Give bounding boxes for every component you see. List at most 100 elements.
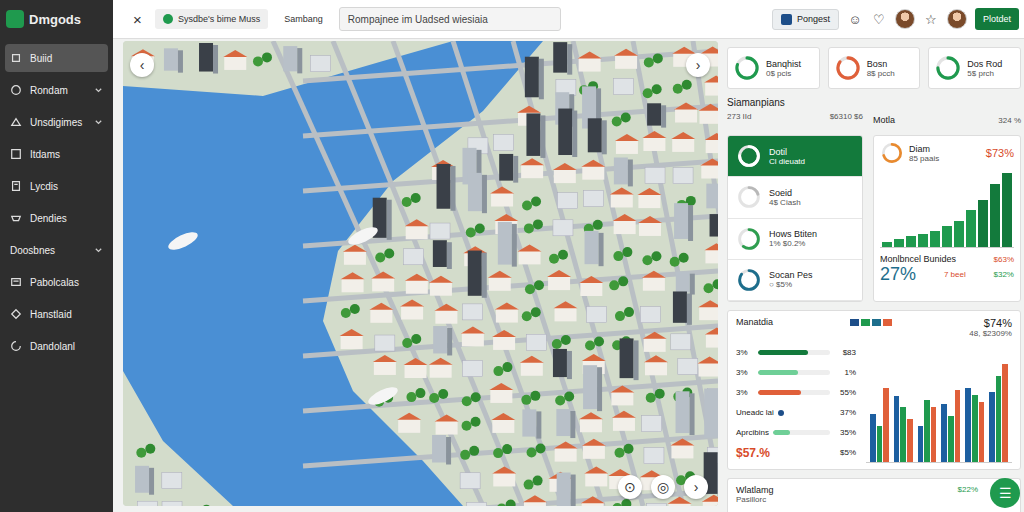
chart-bar — [972, 395, 978, 462]
sidebar-item[interactable]: Lycdis — [5, 172, 108, 200]
breakdown-dot — [778, 410, 784, 416]
chart-bar — [955, 390, 961, 462]
tab[interactable]: Sysdbe's bime Muss — [155, 9, 268, 29]
report-icon — [781, 14, 792, 25]
chart-bar — [1002, 173, 1012, 247]
city-map-image — [123, 41, 718, 506]
menu-fab[interactable]: ☰ — [990, 478, 1020, 508]
chart-bar — [918, 426, 924, 462]
stat-card[interactable]: Dos Rod5$ prch — [928, 47, 1021, 89]
breakdown-bar-chart — [866, 342, 1012, 463]
sidebar-item[interactable]: Unsdigimes — [5, 108, 108, 136]
ring-fill — [740, 188, 759, 207]
ring-chart — [736, 143, 762, 169]
avatar-icon[interactable] — [895, 9, 915, 29]
chart-bar — [894, 239, 904, 247]
menu-icon — [10, 340, 22, 352]
chart-bar — [989, 392, 995, 462]
monthly-title: Monlbncel Bunides — [880, 254, 956, 264]
list-item[interactable]: Hows Btiten1% $0.2% — [728, 219, 862, 260]
map-next-button[interactable]: › — [686, 53, 710, 77]
chart-bar — [930, 231, 940, 247]
map-control-button[interactable]: ⊙ — [618, 475, 642, 499]
list-text: DotilCl dieuatd — [769, 147, 805, 166]
search-field[interactable] — [339, 7, 561, 31]
item-list: DotilCl dieuatd Soeid4$ CiashHows Btiten1… — [727, 135, 863, 302]
sidebar-item[interactable]: Doosbnes — [5, 236, 108, 264]
face-icon[interactable]: ☺ — [847, 12, 863, 27]
sidebar-item[interactable]: Pabolcalas — [5, 268, 108, 296]
tab[interactable]: Sambang — [276, 9, 331, 29]
breakdown-card: Manatdia$74%48, $2309%3%$833%1%3%55%Unea… — [727, 310, 1021, 470]
sidebar-label: Buiid — [30, 53, 103, 64]
monthly-big-value: 27% — [880, 264, 916, 285]
primary-button[interactable]: Plotdet — [975, 8, 1019, 30]
summary: Siamanpians273 IId$6310 $6Motla324 % — [727, 97, 1021, 127]
map-prev-button[interactable]: ‹ — [130, 53, 154, 77]
menu-icon — [10, 180, 22, 192]
sidebar-item[interactable]: Rondam — [5, 76, 108, 104]
summary-right-amount: 324 % — [998, 116, 1021, 125]
breakdown-sub: 48, $2309% — [969, 329, 1012, 338]
ring-fill — [883, 144, 900, 161]
report-button[interactable]: Pongest — [772, 9, 839, 30]
list-sub: 1% $0.2% — [769, 239, 817, 248]
sidebar-label: Lycdis — [30, 181, 103, 192]
heart-icon[interactable]: ♡ — [871, 12, 887, 27]
chevron-icon — [94, 246, 103, 255]
footer-text: WlatlamgPasillorc — [736, 485, 774, 506]
breakdown-total: $57.% — [736, 446, 830, 460]
chart-bar — [979, 402, 985, 462]
footer-title: Wlatlamg — [736, 485, 774, 495]
sidebar-item[interactable]: Buiid — [5, 44, 108, 72]
map-view[interactable]: ‹ › ⊙ ◎ › — [123, 41, 718, 506]
list-item[interactable]: Socan Pes○ $5% — [728, 260, 862, 301]
chart-bar — [906, 236, 916, 247]
breakdown-row-value: $5% — [834, 448, 856, 457]
chart-bar — [900, 407, 906, 462]
star-icon[interactable]: ☆ — [923, 12, 939, 27]
top-bar: × Sysdbe's bime Muss Sambang Pongest ☺ ♡ ☆ Plot… — [113, 0, 1024, 39]
ring-chart — [934, 54, 962, 82]
growth-bar-chart — [880, 168, 1014, 248]
list-title: Soeid — [769, 188, 801, 198]
sidebar-label: Rondam — [30, 85, 86, 96]
breakdown-row-value: 35% — [834, 428, 856, 437]
summary-row: 273 IId$6310 $6 — [727, 112, 863, 121]
avatar-icon[interactable] — [947, 9, 967, 29]
stat-card[interactable]: Bosn8$ pcch — [828, 47, 921, 89]
menu-icon — [10, 52, 22, 64]
breakdown-label: Aprcibins — [736, 428, 769, 437]
sidebar-item[interactable]: Hanstlaid — [5, 300, 108, 328]
map-control-button[interactable]: › — [684, 475, 708, 499]
summary-right: Motla324 % — [873, 97, 1021, 127]
sidebar: Dmgods Buiid Rondam Unsdigimes Itdams Lycdis D… — [0, 0, 113, 512]
monthly-header: Monlbncel Bunides$63% — [880, 254, 1014, 264]
list-item[interactable]: DotilCl dieuatd — [728, 136, 862, 177]
menu-icon — [10, 116, 22, 128]
bar-group — [918, 342, 937, 462]
sidebar-item[interactable]: Itdams — [5, 140, 108, 168]
summary-amount: $6310 $6 — [830, 112, 863, 121]
sidebar-item[interactable]: Dandolanl — [5, 332, 108, 360]
list-item[interactable]: Soeid4$ Ciash — [728, 177, 862, 218]
breakdown-track — [773, 430, 830, 435]
legend-swatch — [861, 319, 870, 326]
stat-card[interactable]: Banqhist0$ pcis — [727, 47, 820, 89]
logo[interactable]: Dmgods — [0, 4, 113, 34]
legend-swatch — [872, 319, 881, 326]
ring-chart — [733, 54, 761, 82]
close-button[interactable]: × — [133, 11, 147, 28]
chart-bar — [978, 200, 988, 247]
map-control-button[interactable]: ◎ — [651, 475, 675, 499]
stat-text: Bosn8$ pcch — [867, 59, 895, 78]
breakdown-row-value: 37% — [834, 408, 856, 417]
sidebar-label: Dendies — [30, 213, 103, 224]
chart-bar — [942, 226, 952, 247]
right-panel: Banqhist0$ pcis Bosn8$ pcch Dos Rod5$ prch… — [727, 41, 1021, 512]
chart-bar — [882, 242, 892, 247]
ring-fill — [740, 229, 759, 248]
menu-icon — [10, 148, 22, 160]
sidebar-item[interactable]: Dendies — [5, 204, 108, 232]
breakdown-row: $57.% $5% — [736, 446, 856, 460]
